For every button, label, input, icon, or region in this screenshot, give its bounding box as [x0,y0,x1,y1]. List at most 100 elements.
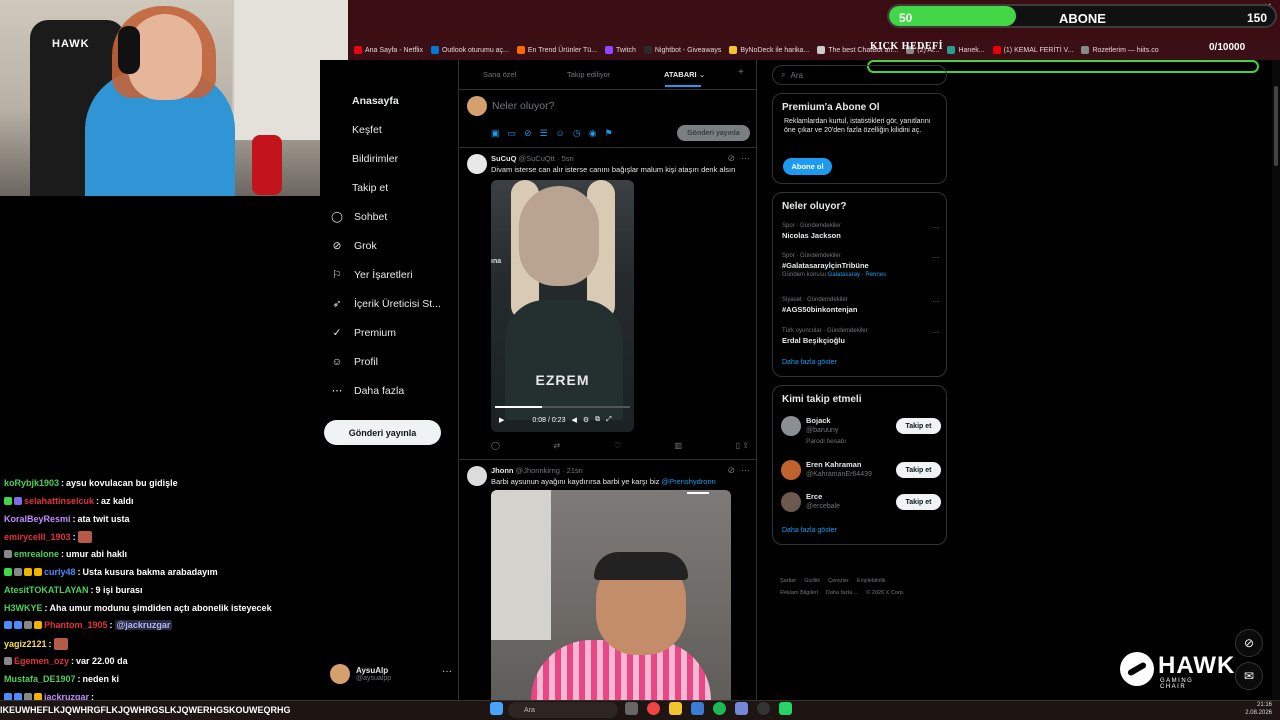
tweet-handle[interactable]: @SuCuQtt [519,154,555,163]
taskbar-search[interactable]: Ara [508,702,618,718]
poll-icon[interactable]: ☰ [540,128,548,139]
trend-item[interactable]: Siyaset · Gündemdekiler #AGS50binkontenja… [782,297,942,314]
schedule-icon[interactable]: ◷ [573,128,581,139]
more-icon[interactable]: ··· [741,465,750,476]
nav-item-explore[interactable]: Keşfet [352,123,382,137]
whatsapp-icon[interactable] [779,702,792,715]
chat-username[interactable]: curly48 [44,567,76,577]
search-input[interactable]: ⌕ Ara [772,65,947,85]
pip-icon[interactable]: ⧉ [595,416,600,424]
nav-item-grok[interactable]: ⊘ Grok [330,239,377,253]
page-scrollbar[interactable] [1272,60,1280,700]
tweet-author[interactable]: SuCuQ [491,154,516,163]
grok-icon[interactable]: ⊘ [727,465,735,476]
tweet-mention[interactable]: @Prenshydronn [662,477,716,486]
tweet[interactable]: SuCuQ @SuCuQtt · 5sn ⊘ ··· Divam isterse… [459,148,756,460]
fullscreen-icon[interactable]: ⤢ [606,416,612,424]
bookmark-item[interactable]: Outlook oturumu aç... [430,46,509,54]
compose-input[interactable]: Neler oluyor? [492,100,554,112]
follow-button[interactable]: Takip et [896,494,941,510]
chevron-down-icon[interactable]: ⌄ [699,70,705,79]
reply-icon[interactable]: ◯ [491,441,500,450]
avatar[interactable] [781,416,801,436]
follow-button[interactable]: Takip et [896,418,941,434]
like-icon[interactable]: ♡ [614,441,621,450]
more-icon[interactable]: ··· [932,253,940,262]
nav-item-profile[interactable]: ☺ Profil [330,355,378,369]
post-button[interactable]: Gönderi yayınla [324,420,441,445]
footer-link[interactable]: Çerezler [828,578,849,584]
more-icon[interactable]: ··· [932,223,940,232]
views-icon[interactable]: ▥ [675,441,683,450]
tweet-video[interactable]: ına EZREM ▶ 0:08 / 0:23 ◀ ⚙ ⧉ ⤢ [491,180,634,432]
taskbar-clock[interactable]: 21:16 2.08.2026 [1245,701,1272,717]
retweet-icon[interactable]: ⇄ [554,441,561,450]
tab-following[interactable]: Takip ediliyor [567,70,610,79]
bookmark-item[interactable]: Rozetlerim — hiits.co [1081,46,1159,54]
chat-username[interactable]: yagiz2121 [4,639,47,649]
chat-username[interactable]: KoralBeyResmi [4,514,71,524]
location-icon[interactable]: ◉ [589,128,597,139]
tweet-time[interactable]: 21sn [567,466,583,475]
chat-username[interactable]: Mustafa_DE1907 [4,674,76,684]
tweet-author[interactable]: Jhonn [491,466,514,475]
tweet-video[interactable] [491,490,731,700]
footer-link[interactable]: Şartlar [780,578,796,584]
chat-mention[interactable]: @jackruzgar [114,620,173,631]
suggestion-name[interactable]: Bojack [806,416,831,425]
store-icon[interactable] [691,702,704,715]
chat-username[interactable]: H3WKYE [4,603,43,613]
avatar[interactable] [467,466,487,486]
footer-link[interactable]: Gizlilik [804,578,820,584]
more-icon[interactable]: ··· [741,153,750,164]
scrollbar-thumb[interactable] [1274,86,1278,166]
trends-show-more[interactable]: Daha fazla göster [782,359,837,366]
bookmark-item[interactable]: Twitch [605,46,636,54]
bookmark-item[interactable]: (1) KEMAL FERİTİ V... [992,46,1073,54]
nav-item-bookmarks[interactable]: ⚐ Yer İşaretleri [330,268,412,282]
tab-for-you[interactable]: Sana özel [483,70,516,79]
file-explorer-icon[interactable] [669,702,682,715]
avatar[interactable] [467,154,487,174]
account-switcher[interactable]: AysuAlp @aysualpp ··· [330,662,452,686]
nav-item-home[interactable]: Anasayfa [352,94,399,108]
bookmark-share-icons[interactable]: ▯ ⇪ [736,441,749,450]
compose-post-button[interactable]: Gönderi yayınla [677,125,750,141]
chat-username[interactable]: Egemen_ozy [14,656,69,666]
follow-suggestion[interactable]: Erce @ercebale Takip et [781,492,941,522]
avatar[interactable] [781,460,801,480]
nav-item-more[interactable]: ⋯ Daha fazla [330,384,404,398]
windows-start-icon[interactable] [490,702,503,715]
chat-username[interactable]: AtesitTOKATLAYAN [4,585,89,595]
more-icon[interactable]: ··· [932,328,940,337]
nav-item-creator-studio[interactable]: ➶ İçerik Üreticisi St... [330,297,441,311]
task-view-icon[interactable] [625,702,638,715]
gif-icon[interactable]: ▭ [508,128,517,139]
image-icon[interactable]: ▣ [491,128,500,139]
trend-item[interactable]: Spor · Gündemdekiler Nicolas Jackson ··· [782,223,942,240]
more-icon[interactable]: ··· [442,666,452,677]
tab-atabari[interactable]: ATABARI [664,70,697,79]
settings-icon[interactable]: ⚙ [583,416,589,424]
discord-icon[interactable] [735,702,748,715]
grok-icon[interactable]: ⊘ [727,153,735,164]
trend-item[interactable]: Spor · Gündemdekiler #GalatasarayİçinTrib… [782,253,942,278]
footer-link[interactable]: © 2026 X Corp. [866,590,904,596]
add-tab-icon[interactable]: + [738,67,744,78]
trend-item[interactable]: Türk oyuncular · Gündemdekiler Erdal Beşi… [782,328,942,345]
tweet[interactable]: Jhonn @Jhonnkirng · 21sn ⊘ ··· Barbi ays… [459,460,756,700]
volume-icon[interactable]: ◀ [571,416,576,424]
nav-item-notifications[interactable]: Bildirimler [352,152,398,166]
chrome-icon[interactable] [647,702,660,715]
chat-username[interactable]: Phantom_1905 [44,620,108,630]
suggestion-name[interactable]: Eren Kahraman [806,460,861,469]
tweet-time[interactable]: 5sn [562,154,574,163]
bookmark-item[interactable]: En Trend Ürünler Tü... [516,46,597,54]
bookmark-item[interactable]: Hanek... [947,46,985,54]
footer-link[interactable]: Daha fazla ... [826,590,858,596]
bookmark-item[interactable]: Nightbot - Giveaways [643,46,721,54]
suggestion-name[interactable]: Erce [806,492,822,501]
subscribe-button[interactable]: Abone ol [783,158,832,175]
chat-username[interactable]: selahattinselcuk [24,496,94,506]
grok-icon[interactable]: ⊘ [524,128,532,139]
